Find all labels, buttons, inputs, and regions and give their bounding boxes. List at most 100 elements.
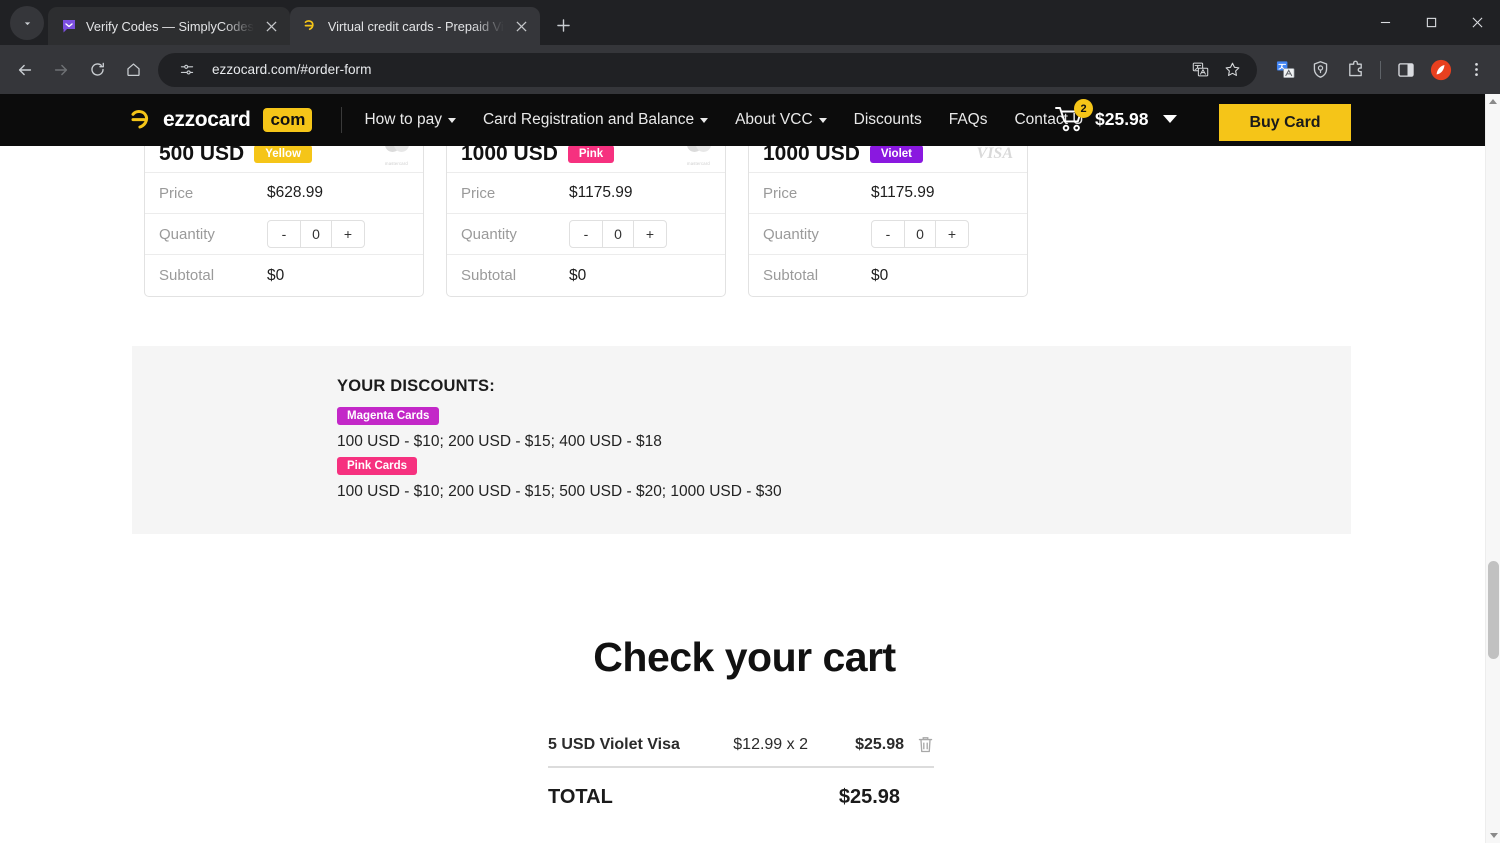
logo-wordmark: ezzocard [163,108,251,131]
tab-strip: Verify Codes — SimplyCodes Virtual credi… [0,0,1500,45]
omnibox-actions [1185,55,1247,85]
product-price-row: Price $1175.99 [749,173,1027,214]
tab-title: Virtual credit cards - Prepaid Vi [327,18,504,34]
product-color-badge: Yellow [254,144,313,163]
buy-card-button[interactable]: Buy Card [1219,104,1351,141]
tab-verify-codes[interactable]: Verify Codes — SimplyCodes [48,7,290,45]
chevron-down-icon [447,117,456,123]
site-logo[interactable]: ezzocard com [128,106,313,134]
url-text: ezzocard.com/#order-form [212,62,372,77]
product-subtotal-row: Subtotal $0 [145,255,423,296]
translate-icon[interactable] [1185,55,1215,85]
quantity-stepper[interactable]: - 0 + [871,220,969,248]
quantity-input[interactable]: 0 [602,221,634,247]
product-subtotal-row: Subtotal $0 [749,255,1027,296]
maximize-button[interactable] [1408,0,1454,45]
visa-logo-icon: VISA [976,144,1013,162]
chevron-down-icon [700,117,709,123]
cart-total-row: TOTAL $25.98 [548,768,934,826]
cart-icon[interactable]: 2 [1053,99,1093,136]
window-controls [1362,0,1500,45]
site-settings-icon[interactable] [172,55,202,85]
tab-search-button[interactable] [10,6,44,40]
product-cards-row: 500 USD Yellow mastercard Price $628.99 … [0,134,1489,297]
product-color-badge: Pink [567,144,615,163]
discount-line: 100 USD - $10; 200 USD - $15; 500 USD - … [337,483,782,500]
site-navbar: ezzocard com How to pay Card Registratio… [0,94,1489,146]
quantity-label: Quantity [763,225,819,243]
quantity-increment-button[interactable]: + [936,221,968,247]
nav-item-how-to-pay[interactable]: How to pay [364,111,456,129]
ezzocard-logo-icon [128,106,154,134]
shield-extension-icon[interactable] [1304,54,1336,86]
price-value: $1175.99 [569,184,633,201]
discounts-panel: YOUR DISCOUNTS: Magenta Cards 100 USD - … [132,346,1351,534]
bookmark-star-icon[interactable] [1217,55,1247,85]
scrollbar-thumb[interactable] [1488,561,1499,659]
back-icon[interactable] [8,53,42,87]
close-window-button[interactable] [1454,0,1500,45]
quantity-decrement-button[interactable]: - [268,221,300,247]
google-translate-extension-icon[interactable] [1269,54,1301,86]
subtotal-label: Subtotal [159,267,215,284]
profile-avatar-icon[interactable] [1425,54,1457,86]
discount-group-pink: Pink Cards 100 USD - $10; 200 USD - $15;… [337,456,782,501]
price-value: $1175.99 [871,184,935,201]
cart-amount: $25.98 [1095,108,1149,129]
quantity-stepper[interactable]: - 0 + [569,220,667,248]
home-icon[interactable] [116,53,150,87]
close-icon[interactable] [513,18,530,35]
close-icon[interactable] [263,18,280,35]
nav-item-card-registration[interactable]: Card Registration and Balance [483,111,709,129]
product-price-row: Price $1175.99 [447,173,725,214]
quantity-input[interactable]: 0 [904,221,936,247]
cart-line-item: 5 USD Violet Visa $12.99 x 2 $25.98 [548,723,934,768]
discounts-title: YOUR DISCOUNTS: [337,377,495,395]
minimize-button[interactable] [1362,0,1408,45]
quantity-decrement-button[interactable]: - [570,221,602,247]
browser-window: Verify Codes — SimplyCodes Virtual credi… [0,0,1500,843]
cart-item-unit-price: $12.99 x 2 [733,735,808,753]
quantity-input[interactable]: 0 [300,221,332,247]
ezzocard-icon [302,18,319,35]
product-card: 1000 USD Pink mastercard Price $1175.99 … [446,134,726,297]
nav-item-discounts[interactable]: Discounts [854,111,922,129]
extensions-puzzle-icon[interactable] [1339,54,1371,86]
quantity-increment-button[interactable]: + [634,221,666,247]
cart-summary: 5 USD Violet Visa $12.99 x 2 $25.98 TOTA… [548,723,934,826]
reload-icon[interactable] [80,53,114,87]
new-tab-button[interactable] [549,10,579,40]
product-card: 500 USD Yellow mastercard Price $628.99 … [144,134,424,297]
forward-icon[interactable] [44,53,78,87]
subtotal-value: $0 [569,266,587,284]
quantity-stepper[interactable]: - 0 + [267,220,365,248]
nav-item-faqs[interactable]: FAQs [949,111,988,129]
subtotal-label: Subtotal [763,267,819,284]
chrome-menu-icon[interactable] [1460,54,1492,86]
trash-icon[interactable] [904,735,934,754]
cart-item-total: $25.98 [855,735,904,753]
price-label: Price [159,184,194,202]
simplycodes-icon [60,18,77,35]
subtotal-value: $0 [871,266,889,284]
toolbar-divider [1380,60,1381,79]
nav-item-label: About VCC [735,111,813,128]
address-bar[interactable]: ezzocard.com/#order-form [158,52,1257,87]
nav-item-about-vcc[interactable]: About VCC [735,111,827,129]
quantity-decrement-button[interactable]: - [872,221,904,247]
discount-group-magenta: Magenta Cards 100 USD - $10; 200 USD - $… [337,406,662,451]
tab-title: Verify Codes — SimplyCodes [86,18,254,34]
page-scrollbar[interactable] [1485,94,1500,843]
scroll-up-arrow-icon[interactable] [1486,94,1500,110]
toolbar-extensions [1265,54,1492,86]
product-subtotal-row: Subtotal $0 [447,255,725,296]
price-label: Price [461,184,496,202]
discount-tag: Pink Cards [337,457,418,475]
cart-widget[interactable]: 2 $25.98 [1053,99,1177,136]
scroll-down-arrow-icon[interactable] [1486,827,1500,843]
nav-divider [341,107,343,133]
chevron-down-icon [1162,115,1177,123]
quantity-increment-button[interactable]: + [332,221,364,247]
tab-ezzocard[interactable]: Virtual credit cards - Prepaid Vi [289,7,540,45]
side-panel-icon[interactable] [1390,54,1422,86]
